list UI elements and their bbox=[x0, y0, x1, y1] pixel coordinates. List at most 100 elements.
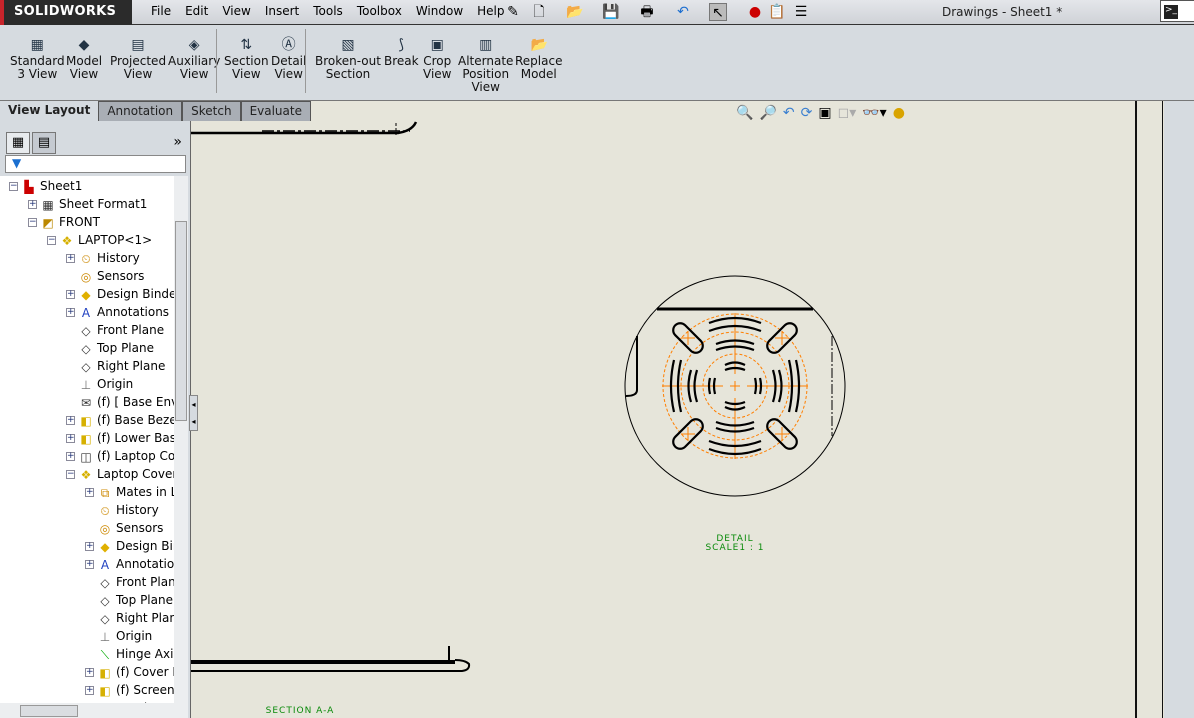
expand-icon[interactable]: + bbox=[28, 200, 37, 209]
tree-item[interactable]: − ▙ Sheet1 bbox=[9, 177, 82, 195]
tab-evaluate[interactable]: Evaluate bbox=[240, 101, 311, 121]
select-icon[interactable]: ↖ bbox=[709, 3, 727, 21]
search-command-box[interactable]: >_ bbox=[1160, 0, 1194, 22]
expand-icon[interactable]: + bbox=[66, 308, 75, 317]
expand-icon[interactable]: + bbox=[85, 668, 94, 677]
tree-item[interactable]: + ◆ Design Binder bbox=[66, 285, 174, 303]
tree-item[interactable]: + ◧ (f) Cover I bbox=[85, 663, 174, 681]
title-bar: SOLIDWORKS File Edit View Insert Tools Toolbo… bbox=[0, 0, 1194, 25]
property-manager-tab[interactable]: ▤ bbox=[32, 132, 56, 154]
options-icon[interactable]: ☰ bbox=[792, 3, 810, 21]
expand-icon[interactable]: + bbox=[85, 542, 94, 551]
zoom-to-fit-icon[interactable]: 🔍 bbox=[736, 105, 753, 121]
top-view-fragment bbox=[191, 121, 418, 135]
drawing-sheet[interactable] bbox=[191, 121, 1135, 718]
detail-view-button[interactable]: Ⓐ Detail View bbox=[271, 37, 306, 81]
tree-item[interactable]: + ◆ Design Binder bbox=[85, 537, 174, 555]
collapse-icon[interactable]: − bbox=[9, 182, 18, 191]
tab-view-layout[interactable]: View Layout bbox=[0, 101, 99, 121]
tree-item[interactable]: + ⏲ History bbox=[66, 249, 140, 267]
tree-filter-input[interactable]: ▼ bbox=[5, 155, 186, 173]
tree-item[interactable]: ◇ Front Plane bbox=[85, 573, 174, 591]
tree-item[interactable]: + ◧ (f) Screen bbox=[85, 681, 174, 699]
break-button[interactable]: ⟆ Break bbox=[384, 37, 419, 68]
tree-hscroll-thumb[interactable] bbox=[20, 705, 78, 717]
display-style-icon[interactable]: ◻▾ bbox=[838, 105, 857, 121]
tree-item[interactable]: + ▦ Sheet Format1 bbox=[28, 195, 147, 213]
print-icon[interactable]: 🖶 bbox=[638, 3, 656, 21]
appearance-icon[interactable]: ● bbox=[893, 105, 905, 121]
crop-view-button[interactable]: ▣ Crop View bbox=[423, 37, 451, 81]
standard-3-view-label: Standard 3 View bbox=[10, 54, 65, 81]
tree-item-label: Sheet Format1 bbox=[59, 197, 148, 211]
tree-item[interactable]: ✉ (f) [ Base Envelope bbox=[66, 393, 174, 411]
rebuild-icon[interactable]: ● bbox=[746, 3, 764, 21]
tree-item[interactable]: ⏲ History bbox=[85, 501, 158, 519]
tree-item[interactable]: ◇ Right Plane bbox=[66, 357, 165, 375]
tree-scroll-thumb[interactable] bbox=[175, 221, 187, 421]
menu-view[interactable]: View bbox=[215, 4, 257, 18]
tree-item[interactable]: ◇ Top Plane bbox=[85, 591, 173, 609]
tree-item[interactable]: + A Annotations bbox=[85, 555, 174, 573]
undo-icon[interactable]: ↶ bbox=[674, 3, 692, 21]
tree-item[interactable]: − ◩ FRONT bbox=[28, 213, 100, 231]
new-document-icon[interactable]: 🗋 bbox=[530, 3, 548, 21]
expand-icon[interactable]: + bbox=[66, 290, 75, 299]
tree-item[interactable]: + ◧ (f) Base Bezel bbox=[66, 411, 174, 429]
replace-model-button[interactable]: 📂 Replace Model bbox=[515, 37, 562, 81]
pin-icon[interactable]: ✎ bbox=[504, 3, 522, 21]
projected-view-button[interactable]: ▤ Projected View bbox=[110, 37, 166, 81]
property-icon: ▤ bbox=[37, 135, 51, 150]
file-properties-icon[interactable]: 📋 bbox=[768, 3, 786, 21]
previous-view-icon[interactable]: ↶ bbox=[783, 105, 795, 121]
tree-item[interactable]: − ❖ Laptop Cover bbox=[66, 465, 174, 483]
collapse-icon[interactable]: − bbox=[47, 236, 56, 245]
tree-item-label: Right Plane bbox=[116, 611, 174, 625]
expand-icon[interactable]: + bbox=[85, 560, 94, 569]
alternate-position-view-button[interactable]: ▥ Alternate Position View bbox=[458, 37, 513, 94]
tree-item[interactable]: ◇ Top Plane bbox=[66, 339, 154, 357]
dynamic-annotation-icon[interactable]: ▣ bbox=[818, 105, 831, 121]
feature-manager-tab[interactable]: ▦ bbox=[6, 132, 30, 154]
tab-annotation[interactable]: Annotation bbox=[98, 101, 183, 121]
tree-item[interactable]: ◎ Sensors bbox=[85, 519, 164, 537]
expand-icon[interactable]: + bbox=[66, 254, 75, 263]
auxiliary-view-button[interactable]: ◈ Auxiliary View bbox=[168, 37, 220, 81]
part-icon: ◧ bbox=[99, 665, 111, 680]
tree-item[interactable]: + ◫ (f) Laptop Co bbox=[66, 447, 174, 465]
collapse-icon[interactable]: − bbox=[66, 470, 75, 479]
tree-item[interactable]: − ❖ LAPTOP<1> bbox=[47, 231, 152, 249]
tree-item[interactable]: ⟍ Hinge Axis bbox=[85, 645, 174, 663]
tree-item[interactable]: ⊥ Origin bbox=[85, 627, 153, 645]
collapse-icon[interactable]: − bbox=[28, 218, 37, 227]
expand-icon[interactable]: + bbox=[66, 416, 75, 425]
zoom-to-area-icon[interactable]: 🔎 bbox=[759, 105, 776, 121]
section-view-button[interactable]: ⇅ Section View bbox=[224, 37, 269, 81]
tree-item[interactable]: ◇ Right Plane bbox=[85, 609, 174, 627]
broken-out-section-button[interactable]: ▧ Broken-out Section bbox=[315, 37, 381, 81]
tree-item[interactable]: + A Annotations bbox=[66, 303, 169, 321]
menu-window[interactable]: Window bbox=[409, 4, 470, 18]
tree-item[interactable]: + ◧ (f) Lower Base bbox=[66, 429, 174, 447]
expand-icon[interactable]: + bbox=[66, 434, 75, 443]
expand-panel-icon[interactable]: » bbox=[173, 134, 182, 150]
expand-icon[interactable]: + bbox=[85, 686, 94, 695]
hide-show-items-icon[interactable]: 👓▾ bbox=[862, 105, 886, 121]
tab-sketch[interactable]: Sketch bbox=[182, 101, 241, 121]
rotate-view-icon[interactable]: ⟳ bbox=[801, 105, 813, 121]
open-icon[interactable]: 📂 bbox=[566, 3, 584, 21]
standard-3-view-button[interactable]: ▦ Standard 3 View bbox=[10, 37, 65, 81]
tree-item[interactable]: ◇ Front Plane bbox=[66, 321, 164, 339]
menu-toolbox[interactable]: Toolbox bbox=[350, 4, 409, 18]
expand-icon[interactable]: + bbox=[85, 488, 94, 497]
menu-file[interactable]: File bbox=[144, 4, 178, 18]
model-view-button[interactable]: ◆ Model View bbox=[66, 37, 102, 81]
menu-edit[interactable]: Edit bbox=[178, 4, 215, 18]
save-icon[interactable]: 💾 bbox=[602, 3, 620, 21]
tree-item[interactable]: + ⧉ Mates in L bbox=[85, 483, 174, 501]
tree-item[interactable]: ◎ Sensors bbox=[66, 267, 145, 285]
menu-insert[interactable]: Insert bbox=[258, 4, 306, 18]
menu-tools[interactable]: Tools bbox=[306, 4, 350, 18]
expand-icon[interactable]: + bbox=[66, 452, 75, 461]
tree-item[interactable]: ⊥ Origin bbox=[66, 375, 134, 393]
